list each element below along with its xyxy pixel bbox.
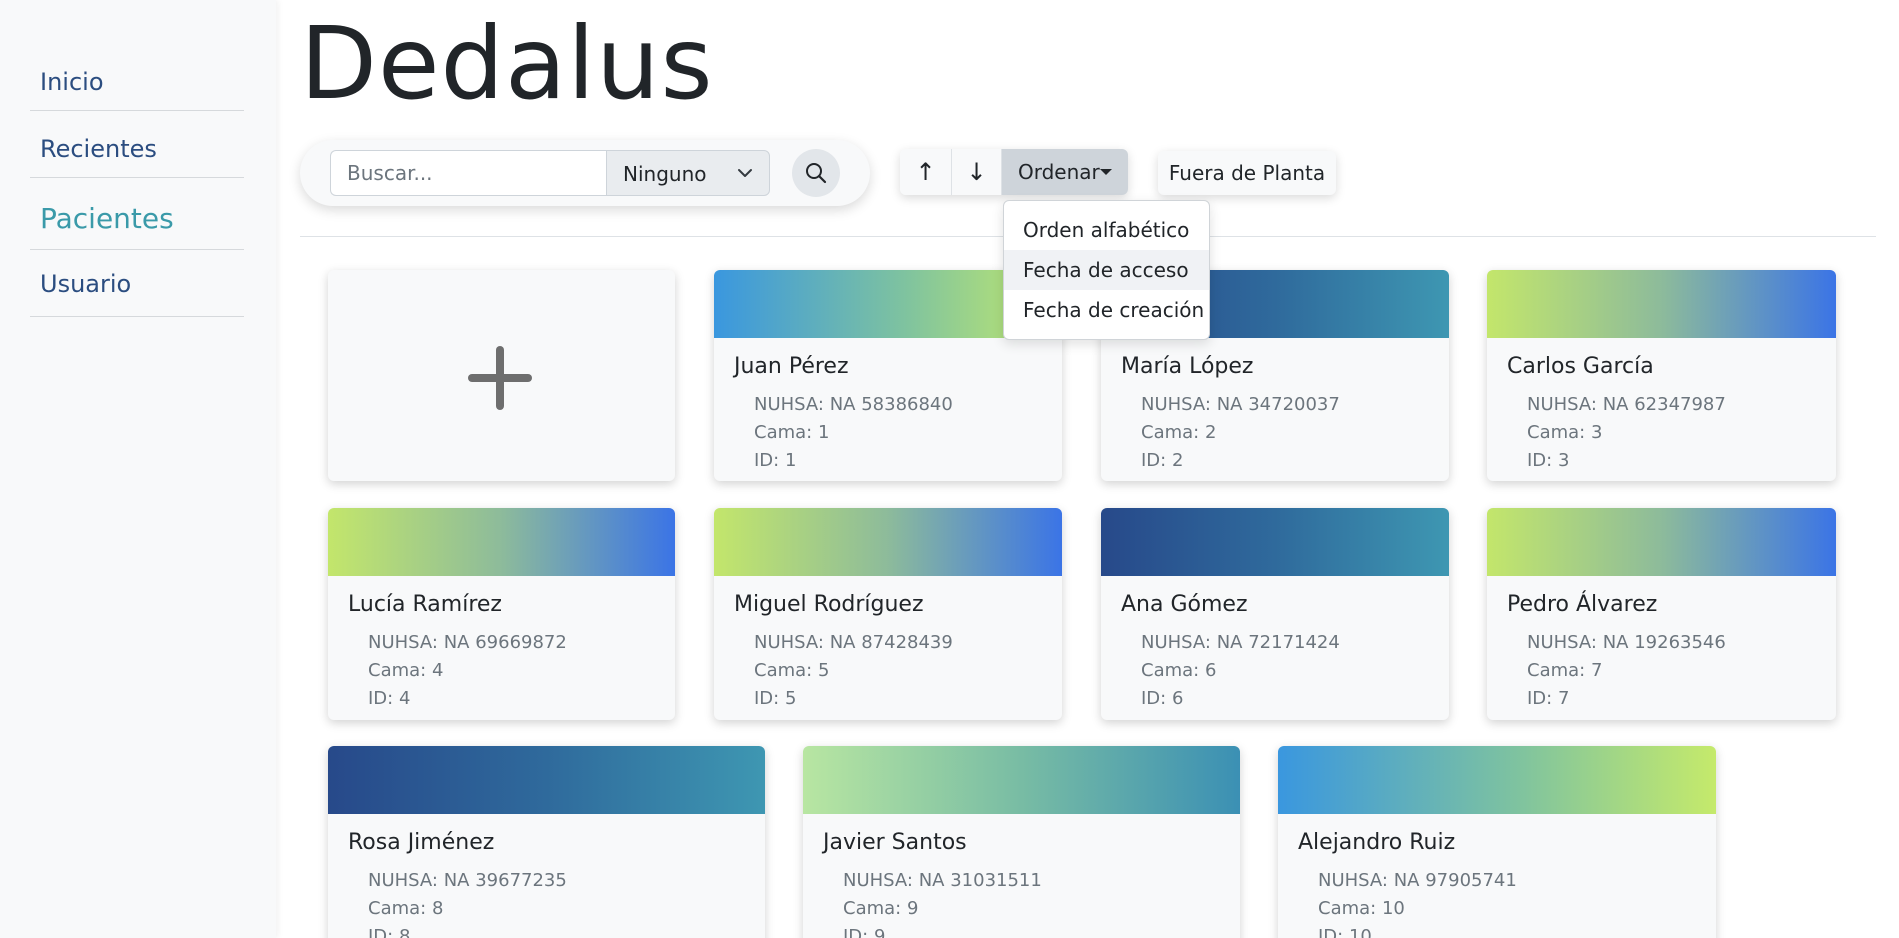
menu-item-fecha-acceso[interactable]: Fecha de acceso (1004, 250, 1209, 290)
patient-nuhsa: NUHSA: NA 19263546 (1527, 632, 1726, 653)
patient-card[interactable]: Pedro Álvarez NUHSA: NA 19263546 Cama: 7… (1487, 508, 1836, 720)
patient-id: ID: 10 (1318, 926, 1372, 938)
patient-id: ID: 9 (843, 926, 886, 938)
fuera-de-planta-label: Fuera de Planta (1168, 161, 1326, 185)
patient-id: ID: 1 (754, 450, 797, 471)
patient-cama: Cama: 4 (368, 660, 444, 681)
sidebar-item-inicio[interactable]: Inicio (30, 60, 244, 111)
sort-descending-button[interactable]: ↓ (952, 149, 1002, 195)
patient-cama: Cama: 2 (1141, 422, 1217, 443)
patient-cama: Cama: 9 (843, 898, 919, 919)
sidebar-item-label: Pacientes (40, 202, 174, 235)
patient-nuhsa: NUHSA: NA 97905741 (1318, 870, 1517, 891)
patient-name: María López (1121, 354, 1254, 379)
patient-name: Carlos García (1507, 354, 1654, 379)
patient-card[interactable]: Javier Santos NUHSA: NA 31031511 Cama: 9… (803, 746, 1240, 938)
order-button-label: Ordenar (1018, 160, 1100, 184)
patient-id: ID: 6 (1141, 688, 1184, 709)
patient-nuhsa: NUHSA: NA 58386840 (754, 394, 953, 415)
patient-card[interactable]: Lucía Ramírez NUHSA: NA 69669872 Cama: 4… (328, 508, 675, 720)
patient-name: Ana Gómez (1121, 592, 1248, 617)
sidebar-item-pacientes[interactable]: Pacientes (30, 178, 244, 250)
search-icon (806, 163, 827, 184)
arrow-up-icon: ↑ (915, 158, 936, 186)
patient-card[interactable]: Ana Gómez NUHSA: NA 72171424 Cama: 6 ID:… (1101, 508, 1449, 720)
plus-icon (468, 346, 532, 410)
patient-card[interactable]: Carlos García NUHSA: NA 62347987 Cama: 3… (1487, 270, 1836, 481)
patient-name: Miguel Rodríguez (734, 592, 924, 617)
add-patient-card[interactable] (328, 270, 675, 481)
search-input[interactable] (330, 150, 607, 196)
card-banner (1487, 270, 1836, 338)
patient-card[interactable]: Miguel Rodríguez NUHSA: NA 87428439 Cama… (714, 508, 1062, 720)
order-dropdown-menu: Orden alfabético Fecha de acceso Fecha d… (1003, 200, 1210, 340)
chevron-down-icon (738, 169, 752, 177)
sidebar-item-recientes[interactable]: Recientes (30, 111, 244, 178)
patient-id: ID: 5 (754, 688, 797, 709)
patient-cama: Cama: 1 (754, 422, 830, 443)
patient-nuhsa: NUHSA: NA 69669872 (368, 632, 567, 653)
order-dropdown-button[interactable]: Ordenar (1002, 149, 1128, 195)
sidebar-item-label: Recientes (40, 135, 157, 163)
patient-id: ID: 2 (1141, 450, 1184, 471)
sidebar-item-label: Usuario (40, 270, 132, 298)
patient-cama: Cama: 6 (1141, 660, 1217, 681)
patient-name: Alejandro Ruiz (1298, 830, 1456, 855)
search-button[interactable] (792, 149, 840, 197)
patient-nuhsa: NUHSA: NA 87428439 (754, 632, 953, 653)
card-banner (328, 508, 675, 576)
patient-nuhsa: NUHSA: NA 31031511 (843, 870, 1042, 891)
patient-id: ID: 4 (368, 688, 411, 709)
card-banner (1487, 508, 1836, 576)
arrow-down-icon: ↓ (966, 158, 987, 186)
page-title: Dedalus (300, 5, 714, 122)
patient-card[interactable]: Alejandro Ruiz NUHSA: NA 97905741 Cama: … (1278, 746, 1716, 938)
card-banner (1278, 746, 1716, 814)
patient-card[interactable]: Rosa Jiménez NUHSA: NA 39677235 Cama: 8 … (328, 746, 765, 938)
patient-cama: Cama: 3 (1527, 422, 1603, 443)
fuera-de-planta-button[interactable]: Fuera de Planta (1158, 151, 1336, 195)
patient-id: ID: 8 (368, 926, 411, 938)
sidebar: Inicio Recientes Pacientes Usuario (0, 0, 276, 938)
filter-select[interactable]: Ninguno (606, 150, 770, 196)
patient-nuhsa: NUHSA: NA 72171424 (1141, 632, 1340, 653)
card-banner (714, 508, 1062, 576)
patient-nuhsa: NUHSA: NA 39677235 (368, 870, 567, 891)
card-banner (803, 746, 1240, 814)
card-banner (1101, 508, 1449, 576)
patient-name: Lucía Ramírez (348, 592, 502, 617)
patient-cama: Cama: 10 (1318, 898, 1405, 919)
filter-select-value: Ninguno (623, 162, 707, 186)
patient-nuhsa: NUHSA: NA 34720037 (1141, 394, 1340, 415)
patient-cama: Cama: 7 (1527, 660, 1603, 681)
menu-item-fecha-creacion[interactable]: Fecha de creación (1004, 290, 1209, 330)
patient-name: Pedro Álvarez (1507, 592, 1658, 617)
patient-id: ID: 3 (1527, 450, 1570, 471)
caret-down-icon (1100, 169, 1112, 175)
patient-name: Juan Pérez (734, 354, 849, 379)
patient-name: Rosa Jiménez (348, 830, 495, 855)
patient-nuhsa: NUHSA: NA 62347987 (1527, 394, 1726, 415)
sort-group: ↑ ↓ Ordenar (900, 149, 1128, 195)
sort-ascending-button[interactable]: ↑ (900, 149, 952, 195)
menu-item-orden-alfabetico[interactable]: Orden alfabético (1004, 210, 1209, 250)
patient-id: ID: 7 (1527, 688, 1570, 709)
search-bar: Ninguno (300, 140, 870, 206)
patient-cama: Cama: 5 (754, 660, 830, 681)
card-banner (328, 746, 765, 814)
sidebar-item-usuario[interactable]: Usuario (30, 250, 244, 317)
patient-name: Javier Santos (823, 830, 967, 855)
patient-cama: Cama: 8 (368, 898, 444, 919)
sidebar-item-label: Inicio (40, 68, 104, 96)
